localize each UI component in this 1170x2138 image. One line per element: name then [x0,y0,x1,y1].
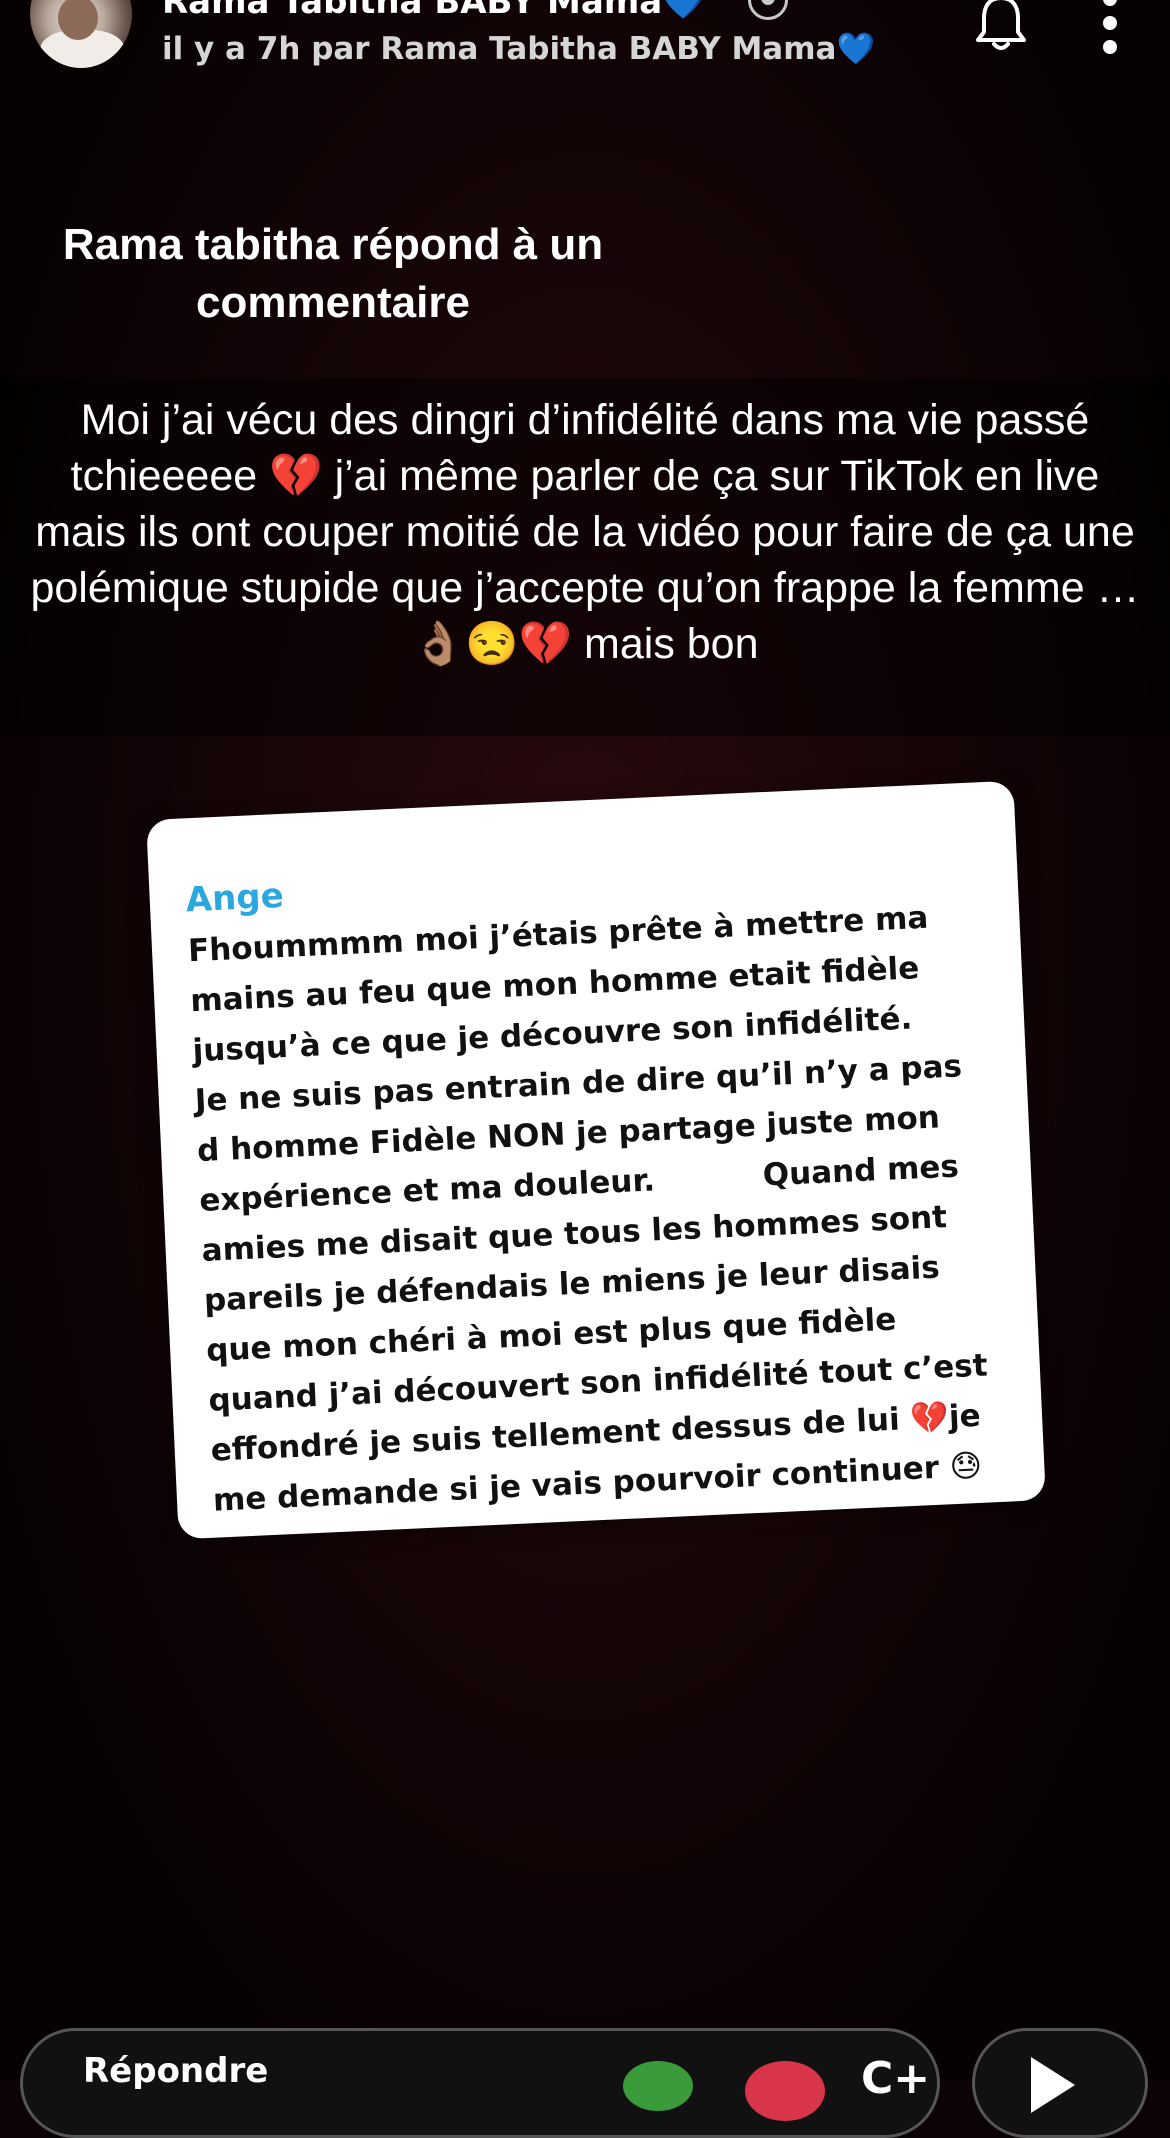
more-icon[interactable] [1098,0,1122,54]
caption-title: Rama tabitha répond à un commentaire [62,220,604,327]
bell-icon[interactable] [972,0,1030,54]
send-icon [1031,2057,1075,2113]
story-header: Rama Tabitha BABY Mama💙 il y a 7h par Ra… [0,0,1170,90]
reply-label: Répondre [83,2051,269,2091]
post-subtitle: il y a 7h par Rama Tabitha BABY Mama💙 [162,30,875,67]
comment-author: Ange [184,875,285,921]
share-button[interactable] [972,2028,1148,2138]
subtitle-text: il y a 7h par Rama Tabitha BABY Mama [162,31,837,67]
comment-text: Fhoummmm moi j’étais prête à mettre ma m… [187,899,989,1519]
badge-icon [748,0,788,20]
bottom-bar: Répondre C+ [0,2020,1170,2138]
add-friend-icon[interactable]: C+ [861,2053,930,2113]
reply-input[interactable]: Répondre C+ [20,2028,940,2138]
heart-emoji: 💙 [836,31,876,67]
sticker-icon[interactable] [623,2061,693,2111]
comment-card: Ange Fhoummmm moi j’étais prête à mettre… [146,780,1046,1540]
caption-main-text: Moi j’ai vécu des dingri d’infidélité da… [30,396,1140,668]
camera-icon[interactable] [745,2061,825,2121]
avatar[interactable] [30,0,132,68]
poster-name[interactable]: Rama Tabitha BABY Mama💙 [162,0,705,22]
